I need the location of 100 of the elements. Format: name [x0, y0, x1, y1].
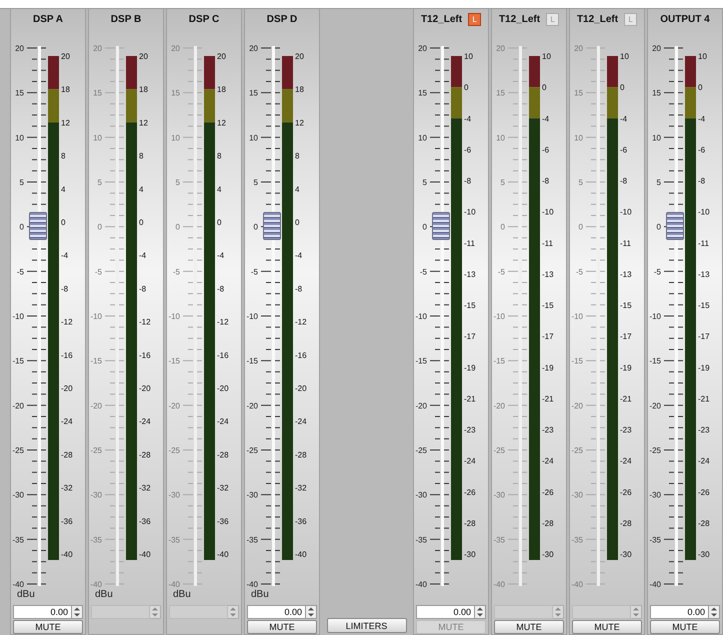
meter-label: -24 [542, 456, 554, 466]
meter-label: -8 [542, 176, 550, 186]
spin-arrows-icon[interactable] [709, 605, 720, 620]
scale-label: -20 [649, 401, 661, 410]
meter-label: -16 [139, 350, 151, 360]
meter-label: -8 [217, 284, 224, 294]
scale-label: 10 [418, 133, 427, 142]
scale-label: 0 [20, 222, 24, 232]
meter-label: -32 [217, 483, 229, 492]
fader-thumb[interactable] [666, 212, 684, 240]
meter-label: 12 [139, 118, 148, 128]
scale-label: -15 [168, 356, 180, 366]
meter-label: -23 [620, 425, 632, 434]
meter-label: -23 [698, 425, 710, 434]
meter-label: 4 [61, 184, 66, 194]
meter-label: -4 [542, 114, 550, 123]
scale-label: -15 [649, 356, 661, 366]
meter-label: 4 [217, 184, 222, 194]
meter-label: 8 [295, 151, 300, 160]
meter-label: -10 [464, 207, 476, 216]
scale-label: -25 [493, 446, 505, 455]
scale-label: -40 [649, 580, 661, 589]
gain-field[interactable]: 0.00 [650, 605, 709, 620]
meter-label: -24 [295, 416, 307, 426]
meter-label: -15 [698, 300, 710, 310]
meter-label: -26 [542, 487, 554, 496]
scale-label: 10 [171, 133, 180, 142]
scale-label: 0 [578, 222, 583, 232]
meter-label: -17 [464, 332, 476, 341]
scale-label: 20 [15, 44, 24, 53]
scale-label: 10 [249, 133, 258, 142]
scale-label: -20 [415, 401, 427, 410]
meter-label: -10 [620, 207, 632, 216]
scale-label: 10 [574, 133, 583, 142]
meter-label: -24 [464, 456, 476, 466]
unit-label: dBu [251, 589, 269, 600]
scale-label: 10 [93, 133, 102, 142]
spin-arrows-icon[interactable] [72, 605, 83, 620]
scale-label: -15 [12, 356, 24, 366]
meter-label: -21 [542, 394, 554, 404]
meter-label: 8 [139, 151, 144, 160]
limiters-button[interactable]: LIMITERS [326, 618, 406, 633]
mute-button[interactable]: MUTE [650, 620, 720, 634]
scale-label: 20 [496, 44, 505, 53]
scale-label: -5 [94, 267, 102, 276]
meter-label: 12 [217, 118, 226, 128]
meter-label: 20 [61, 52, 70, 61]
meter-label: -8 [61, 284, 68, 294]
scale-label: -40 [415, 580, 427, 589]
gain-field[interactable]: 0.00 [247, 605, 306, 620]
scale-label: -35 [246, 535, 258, 544]
meter-label: -28 [295, 450, 307, 460]
meter-label: -32 [139, 483, 151, 492]
scale-label: -30 [12, 490, 24, 500]
scale-label: -20 [246, 401, 258, 410]
meter-label: -30 [464, 550, 476, 559]
spin-arrows-icon[interactable] [475, 605, 486, 620]
meter-label: -28 [464, 518, 476, 528]
gain-field[interactable]: 0.00 [416, 605, 475, 620]
meter-label: 0 [217, 218, 222, 227]
meter-label: -28 [217, 450, 229, 460]
scale-label: -35 [415, 535, 427, 544]
scale-label: -25 [12, 446, 24, 455]
mute-button[interactable]: MUTE [572, 620, 642, 634]
scale-label: 5 [656, 178, 661, 187]
scale-label: -20 [571, 401, 583, 410]
meter-label: -13 [464, 270, 476, 279]
fader-thumb[interactable] [29, 212, 47, 240]
mute-button[interactable]: MUTE [13, 620, 83, 634]
scale-label: 0 [176, 222, 180, 232]
meter-label: -24 [139, 416, 151, 426]
meter-label: 0 [139, 218, 144, 227]
scale-label: -40 [90, 580, 102, 589]
spin-arrows-icon[interactable] [306, 605, 317, 620]
scale-label: -20 [12, 401, 24, 410]
fader-thumb[interactable] [432, 212, 450, 240]
scale-label: -10 [649, 312, 661, 321]
scale-label: -10 [90, 312, 102, 321]
scale-label: 20 [652, 44, 661, 53]
scale-label: -30 [168, 490, 180, 500]
meter-label: 10 [698, 52, 707, 61]
scale-label: -10 [168, 312, 180, 321]
channel-title: DSP D [266, 14, 298, 26]
meter-label: -20 [217, 384, 229, 393]
meter-label: -13 [542, 270, 554, 279]
meter-label: -20 [295, 384, 307, 393]
gain-field[interactable]: 0.00 [13, 605, 72, 620]
mute-button[interactable]: MUTE [494, 620, 564, 634]
meter-label: 8 [61, 151, 66, 160]
unit-label: dBu [17, 589, 35, 600]
meter-label: -24 [698, 456, 710, 466]
meter-label: 0 [620, 82, 624, 92]
meter-label: -15 [542, 300, 554, 310]
fader-thumb[interactable] [263, 212, 281, 240]
meter-label: -11 [542, 238, 553, 248]
meter-label: 18 [61, 84, 70, 94]
mute-button[interactable]: MUTE [247, 620, 317, 634]
meter-label: -4 [61, 250, 68, 260]
meter-label: -28 [542, 518, 554, 528]
meter-label: -6 [620, 145, 628, 154]
